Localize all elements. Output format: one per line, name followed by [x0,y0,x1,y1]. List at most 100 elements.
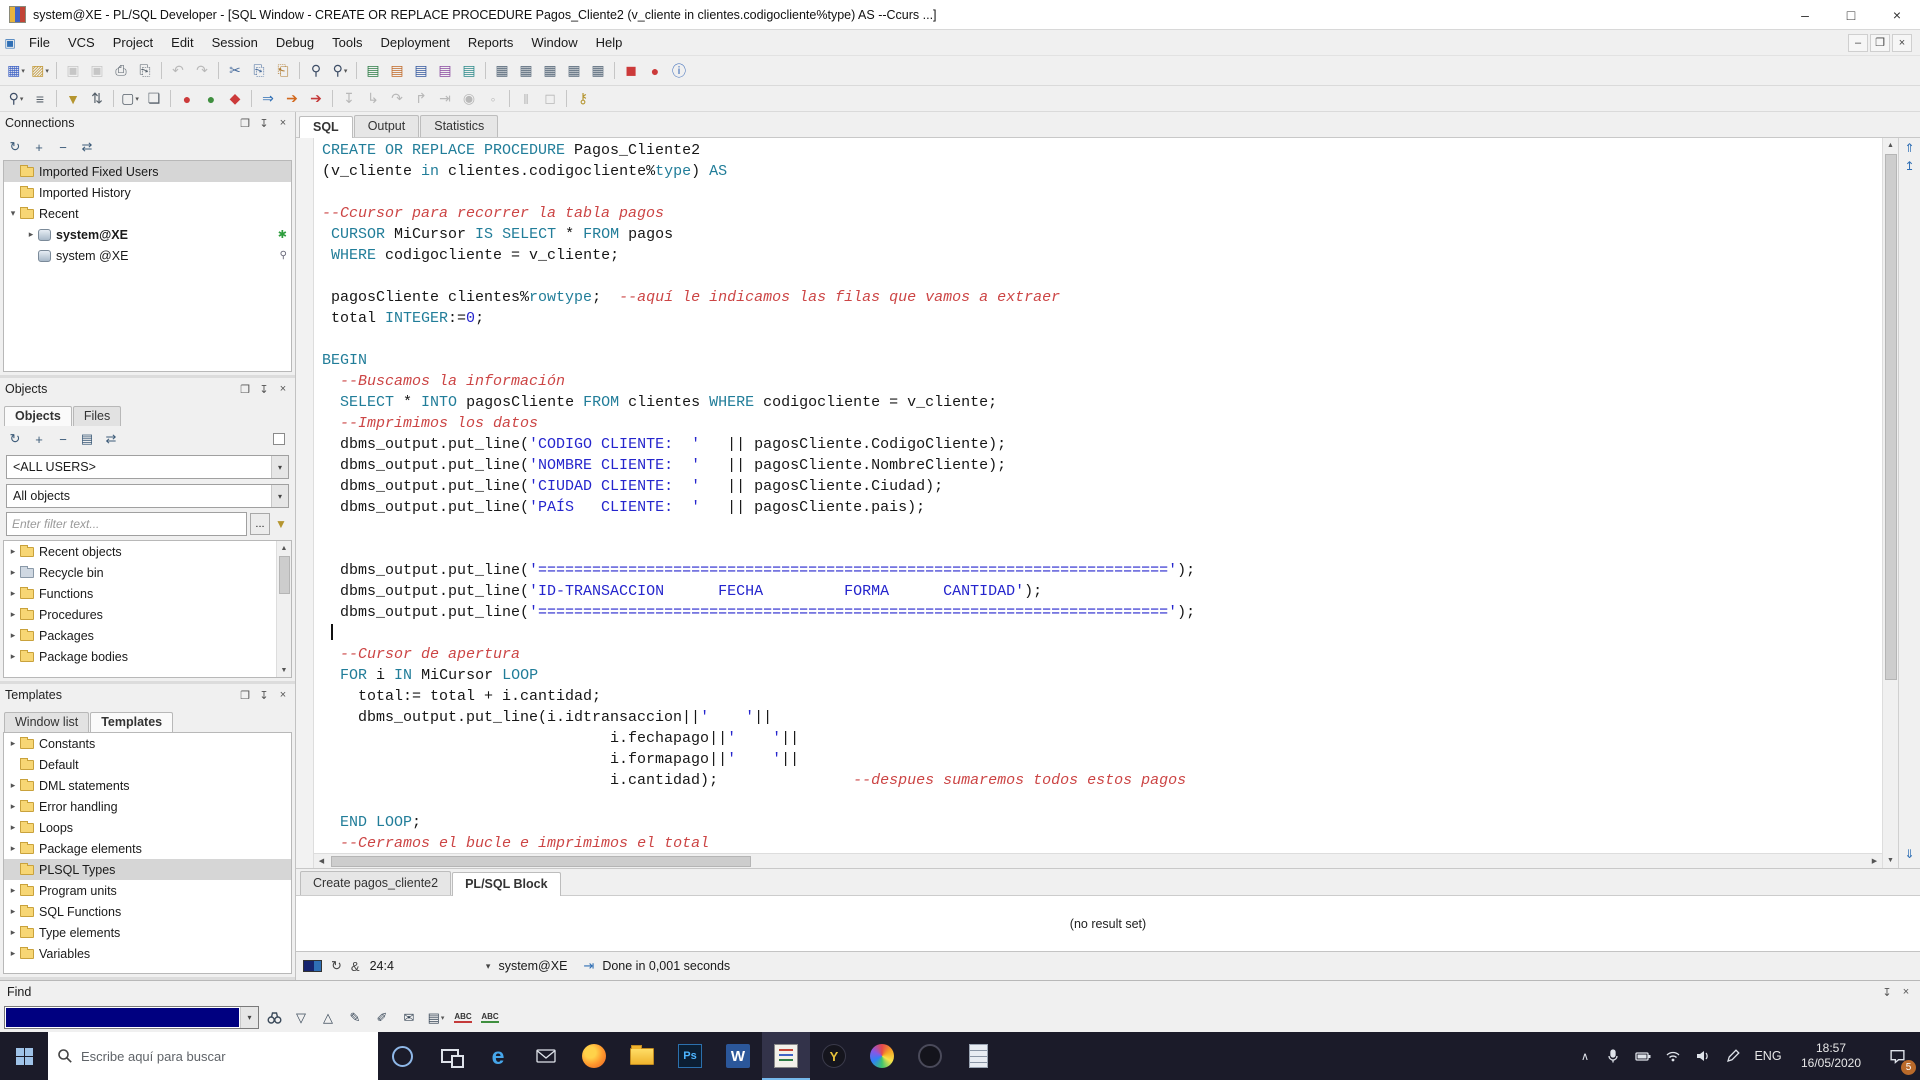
menu-vcs[interactable]: VCS [59,30,104,55]
to-do-list-icon[interactable]: ▦ [562,60,586,82]
open-file-icon[interactable]: ▨ ▾ [28,60,52,82]
copy-icon[interactable]: ⎘ [247,60,271,82]
sql-window-icon[interactable]: ▤ [361,60,385,82]
unlock-session-icon[interactable]: ⚷ [571,88,595,110]
dock-icon[interactable]: ❐ [238,117,252,130]
battery-icon[interactable] [1628,1032,1658,1080]
expand-icon[interactable]: ▸ [25,229,37,240]
expand-icon[interactable]: ▸ [7,546,19,557]
previous-marker-icon[interactable]: ↥ [1904,159,1914,177]
execute-icon[interactable]: ● [175,88,199,110]
mdi-close-button[interactable]: × [1892,33,1912,52]
panel-close-icon[interactable]: × [276,117,290,130]
template-item-type-elements[interactable]: ▸ Type elements [4,922,291,943]
run-current-icon[interactable]: ➔ [280,88,304,110]
cut-icon[interactable]: ✂ [223,60,247,82]
sort-results-icon[interactable]: ⇅ [85,88,109,110]
diagram-window-icon[interactable]: ▤ [457,60,481,82]
expand-icon[interactable]: ▸ [7,948,19,959]
plsql-developer-taskbar-button[interactable] [762,1032,810,1080]
find-icon[interactable]: ⚲ [304,60,328,82]
object-item-procedures[interactable]: ▸ Procedures [4,604,291,625]
expand-icon[interactable]: ▸ [7,630,19,641]
horizontal-scrollbar[interactable]: ◀ ▶ [314,853,1882,868]
add-object-icon[interactable]: + [28,429,50,449]
report-window-icon[interactable]: ▤ [433,60,457,82]
objects-scrollbar[interactable]: ▲ ▼ [276,541,291,677]
object-item-functions[interactable]: ▸ Functions [4,583,291,604]
refresh-icon[interactable]: ↻ [4,137,26,157]
collapse-icon[interactable]: ▾ [7,208,19,219]
add-connection-icon[interactable]: + [28,137,50,157]
object-item-recycle-bin[interactable]: ▸ Recycle bin [4,562,291,583]
scrollbar-thumb[interactable] [1884,154,1897,680]
funnel-icon[interactable]: ▼ [273,517,289,531]
cortana-taskbar-button[interactable] [378,1032,426,1080]
run-script-icon[interactable]: ⇒ [256,88,280,110]
whole-word-icon[interactable]: ABC [454,1012,472,1023]
new-window-icon[interactable]: ▦ ▾ [4,60,28,82]
template-item-sql-functions[interactable]: ▸ SQL Functions [4,901,291,922]
menu-window[interactable]: Window [522,30,586,55]
expand-icon[interactable]: ▸ [7,843,19,854]
save-results-icon[interactable]: ▤ ▾ [424,1006,448,1029]
menu-debug[interactable]: Debug [267,30,323,55]
code-assistant-icon[interactable]: ▦ [514,60,538,82]
close-button[interactable]: × [1874,0,1920,29]
object-item-recent-objects[interactable]: ▸ Recent objects [4,541,291,562]
object-item-package-bodies[interactable]: ▸ Package bodies [4,646,291,667]
taskbar-search[interactable] [48,1032,378,1080]
window-list-icon[interactable]: ▦ [586,60,610,82]
mdi-minimize-button[interactable]: – [1848,33,1868,52]
menu-help[interactable]: Help [587,30,632,55]
tab-objects[interactable]: Objects [4,406,72,426]
dock-icon[interactable]: ❐ [238,689,252,702]
dropdown-icon[interactable]: ▾ [240,1007,258,1028]
mail-taskbar-button[interactable] [522,1032,570,1080]
tab-plsql-block[interactable]: PL/SQL Block [452,872,561,896]
object-item-packages[interactable]: ▸ Packages [4,625,291,646]
taskbar-clock[interactable]: 18:57 16/05/2020 [1788,1041,1874,1071]
scroll-down-icon[interactable]: ▼ [277,663,291,677]
pin-icon[interactable]: ↧ [257,383,271,396]
remove-object-icon[interactable]: − [52,429,74,449]
stop-execution-icon[interactable]: ◼ [619,60,643,82]
scroll-left-icon[interactable]: ◀ [314,854,329,868]
objects-checkbox[interactable] [273,433,285,445]
tab-sql[interactable]: SQL [299,116,353,138]
menu-reports[interactable]: Reports [459,30,523,55]
scrollbar-thumb[interactable] [331,855,751,867]
pin-icon[interactable]: ↧ [1880,986,1894,999]
scroll-up-icon[interactable]: ▲ [1883,138,1898,153]
tray-chevron-up-icon[interactable]: ∧ [1572,1050,1598,1063]
expand-icon[interactable]: ▸ [7,780,19,791]
word-taskbar-button[interactable]: W [714,1032,762,1080]
describe-icon[interactable]: ▤ [76,429,98,449]
help-icon[interactable]: ⓘ [667,60,691,82]
find-icon[interactable] [262,1006,286,1029]
panel-close-icon[interactable]: × [276,689,290,702]
session-mode-icon[interactable]: & [351,959,360,974]
expand-icon[interactable]: ▸ [7,651,19,662]
panel-close-icon[interactable]: × [1899,986,1913,999]
objects-swap-icon[interactable]: ⇄ [100,429,122,449]
template-item-variables[interactable]: ▸ Variables [4,943,291,964]
test-window-icon[interactable]: ▤ [385,60,409,82]
template-item-constants[interactable]: ▸ Constants [4,733,291,754]
user-filter-select[interactable]: <ALL USERS> ▾ [6,455,289,479]
dark-app-taskbar-button[interactable] [906,1032,954,1080]
connection-item-system-xe[interactable]: system @XE ⚲ [4,245,291,266]
expand-icon[interactable]: ▸ [7,822,19,833]
file-explorer-taskbar-button[interactable] [618,1032,666,1080]
object-browser-icon[interactable]: ▦ [538,60,562,82]
template-item-program-units[interactable]: ▸ Program units [4,880,291,901]
auto-refresh-icon[interactable]: ↻ [331,958,342,974]
match-case-icon[interactable]: ABC [481,1012,499,1023]
menu-file[interactable]: File [20,30,59,55]
find-input[interactable]: ▾ [4,1006,259,1029]
print-icon[interactable]: ⎙ [109,60,133,82]
dropdown-icon[interactable]: ▾ [271,485,288,507]
expand-icon[interactable]: ▸ [7,906,19,917]
find-previous-icon[interactable]: △ [316,1006,340,1029]
firefox-taskbar-button[interactable] [570,1032,618,1080]
